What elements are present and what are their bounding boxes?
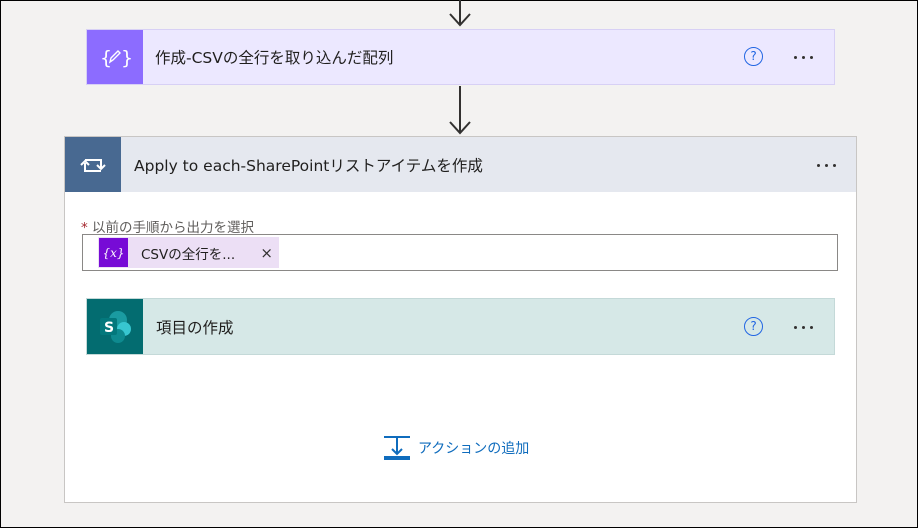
connector-arrow-top	[449, 0, 471, 27]
more-options-icon[interactable]	[794, 56, 813, 59]
help-icon[interactable]: ?	[744, 47, 763, 66]
apply-to-each-header[interactable]: Apply to each-SharePointリストアイテムを作成	[65, 137, 856, 192]
add-action-label: アクションの追加	[418, 441, 530, 457]
add-action-icon	[384, 436, 410, 460]
connector-arrow-middle	[449, 86, 471, 135]
dynamic-content-token[interactable]: {x} CSVの全行を... ×	[98, 237, 279, 268]
token-text: CSVの全行を...	[141, 246, 236, 263]
apply-to-each-card[interactable]: Apply to each-SharePointリストアイテムを作成 * 以前の…	[64, 136, 857, 503]
apply-to-each-title: Apply to each-SharePointリストアイテムを作成	[134, 156, 483, 175]
compose-title: 作成-CSVの全行を取り込んだ配列	[155, 49, 394, 67]
more-options-icon[interactable]	[794, 326, 813, 329]
sharepoint-icon: S	[87, 299, 143, 354]
svg-text:S: S	[104, 320, 114, 336]
select-output-input[interactable]: {x} CSVの全行を... ×	[82, 234, 838, 271]
expression-variable-icon: {x}	[99, 238, 128, 267]
token-icon-text: {x}	[102, 245, 125, 260]
compose-braces-icon: { }	[87, 30, 143, 84]
more-options-icon[interactable]	[817, 164, 836, 167]
compose-action-card[interactable]: { } 作成-CSVの全行を取り込んだ配列 ?	[86, 29, 835, 85]
create-item-title: 項目の作成	[156, 318, 234, 337]
token-remove-icon[interactable]: ×	[260, 244, 273, 262]
add-action-button[interactable]: アクションの追加	[383, 434, 529, 462]
loop-arrows-icon	[65, 137, 121, 192]
help-icon[interactable]: ?	[744, 317, 763, 336]
input-label: * 以前の手順から出力を選択	[81, 216, 254, 236]
create-item-action-card[interactable]: S 項目の作成 ?	[86, 298, 835, 355]
svg-text:}: }	[121, 47, 131, 69]
